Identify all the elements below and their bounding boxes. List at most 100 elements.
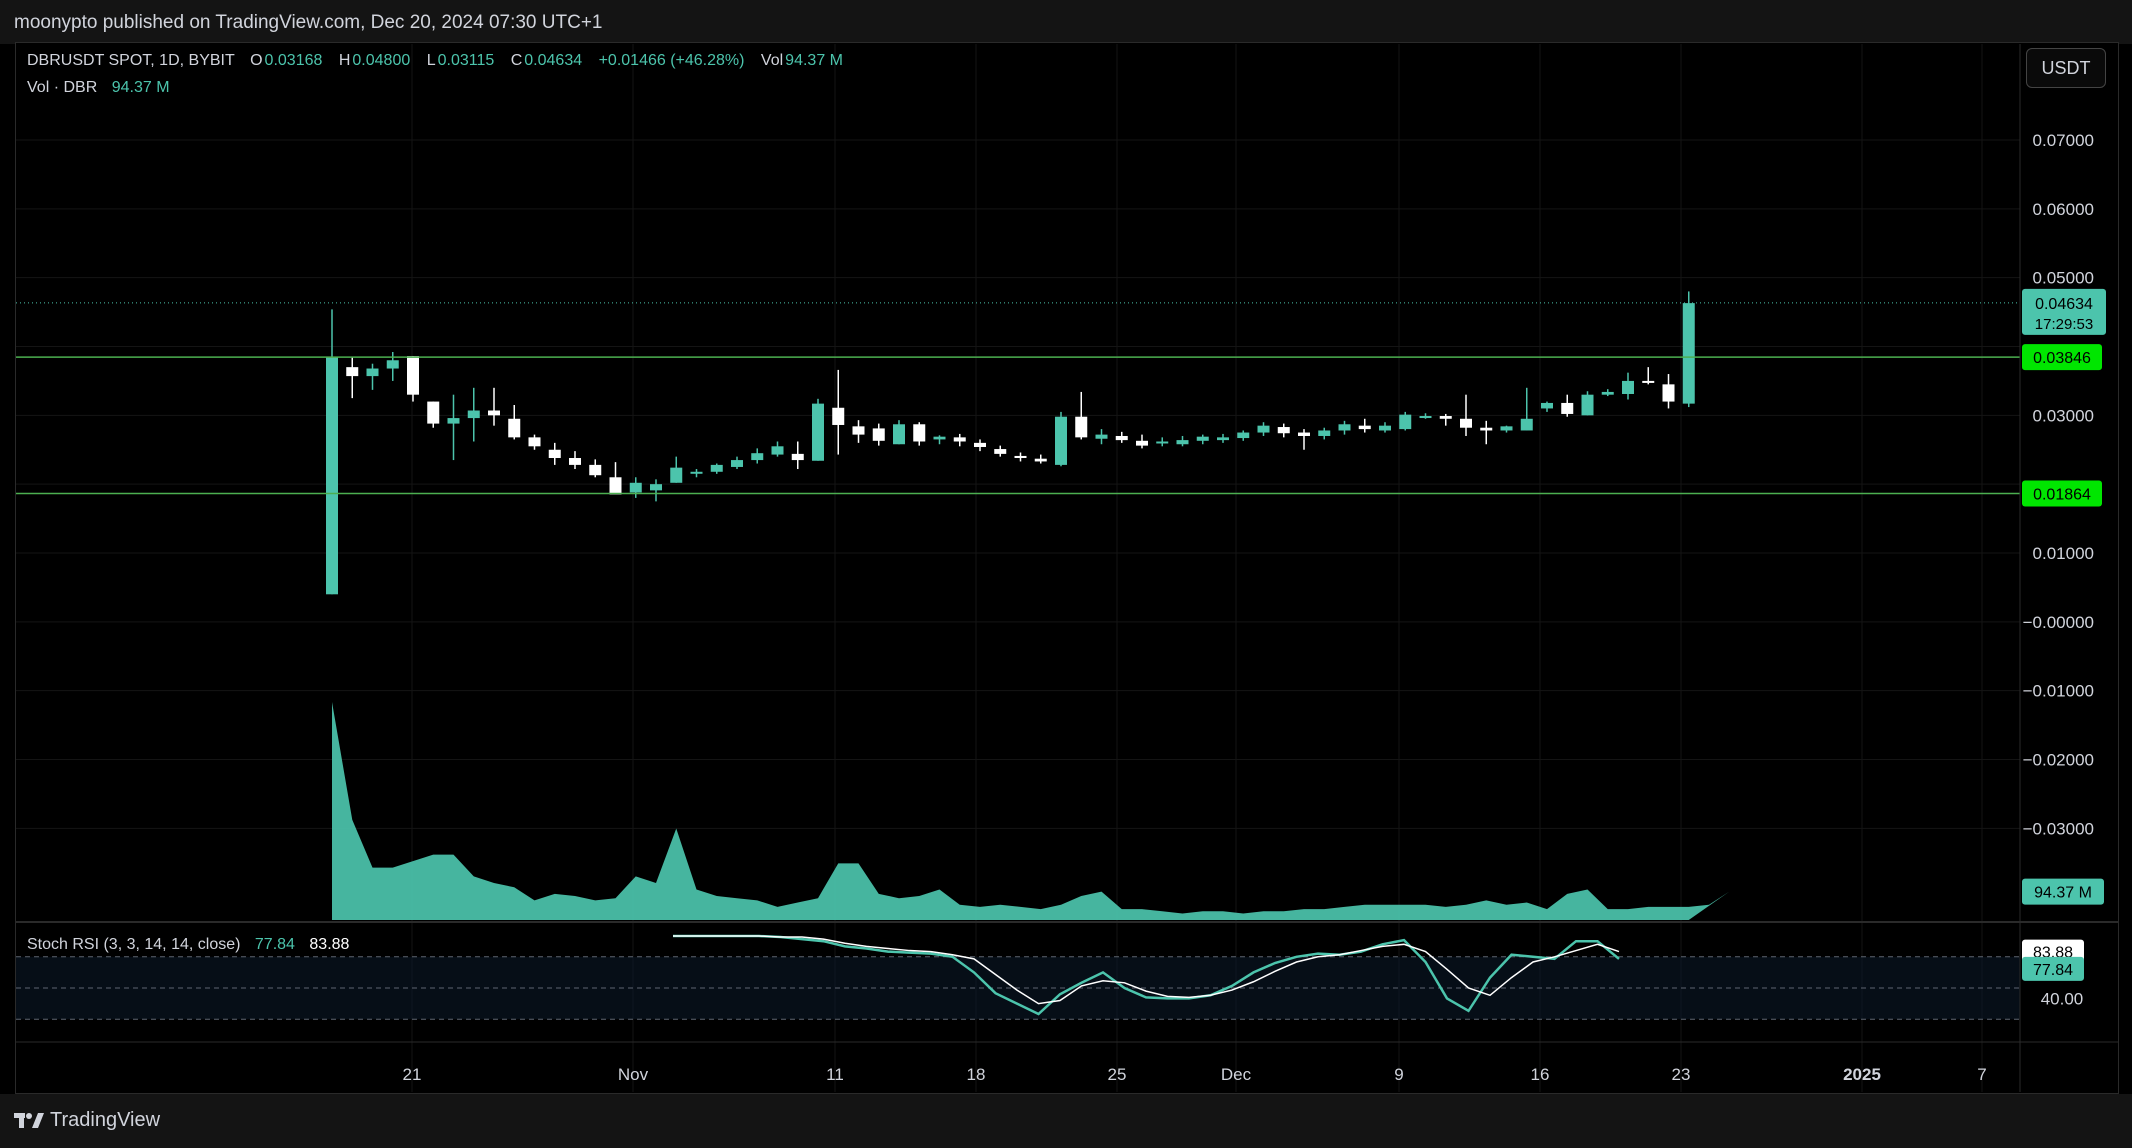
- candle-body: [589, 464, 602, 476]
- candle-body: [1298, 432, 1310, 436]
- candle-body: [326, 356, 338, 595]
- candle-body: [1176, 440, 1189, 445]
- candle-body: [1196, 436, 1209, 441]
- volume-tag-label: 94.37 M: [2034, 885, 2092, 902]
- last-price-label: 0.04634: [2035, 296, 2093, 313]
- candle-body: [710, 464, 723, 472]
- volume-series-value: 94.37 M: [111, 79, 170, 96]
- time-tick-label: Dec: [1221, 1065, 1252, 1084]
- low-value: 0.03115: [437, 52, 495, 69]
- price-tick-label: −0.02000: [2023, 751, 2094, 770]
- candle-body: [467, 410, 480, 419]
- level-price-label: 0.01864: [2033, 487, 2091, 504]
- candle-body: [731, 460, 743, 467]
- time-tick-label: 2025: [1843, 1065, 1881, 1084]
- vol-label: Vol: [760, 52, 784, 69]
- low-label: L: [426, 52, 436, 69]
- candle-body: [1217, 437, 1229, 441]
- high-value: 0.04800: [352, 52, 411, 69]
- candle-body: [1460, 418, 1472, 428]
- time-tick-label: 11: [826, 1065, 844, 1084]
- candle-body: [1075, 416, 1088, 438]
- price-tick-label: −0.01000: [2023, 682, 2094, 701]
- level-price-label: 0.03846: [2033, 350, 2091, 367]
- candle-body: [953, 437, 966, 442]
- candle-body: [488, 410, 500, 416]
- candle-body: [1642, 380, 1655, 383]
- countdown-label: 17:29:53: [2035, 316, 2093, 333]
- candle-body: [407, 356, 419, 395]
- volume-area: [332, 702, 1730, 920]
- time-tick-label: Nov: [618, 1065, 649, 1084]
- price-tick-label: −0.00000: [2023, 613, 2094, 632]
- candle-body: [1379, 425, 1391, 431]
- candle-body: [528, 437, 541, 447]
- tradingview-logo-icon: [14, 1112, 44, 1128]
- symbol-legend: DBRUSDT SPOT, 1D, BYBIT O 0.03168 H 0.0480…: [27, 52, 855, 70]
- candle-body: [1055, 416, 1067, 465]
- footer-bar: [0, 1094, 2132, 1148]
- stoch-legend: Stoch RSI (3, 3, 14, 14, close) 77.84 83…: [27, 936, 349, 954]
- price-chart[interactable]: 0.07000 0.06000 0.05000 0.03000 0.01000 −0.00…: [0, 0, 2132, 1148]
- candle-body: [1095, 434, 1108, 439]
- candle-body: [1338, 424, 1351, 431]
- candle-body: [1277, 427, 1290, 434]
- time-tick-label: 21: [403, 1065, 422, 1084]
- candle-body: [1419, 416, 1432, 419]
- candle-body: [1581, 394, 1594, 416]
- candle-body: [629, 482, 642, 493]
- price-tick-label: 0.05000: [2033, 269, 2094, 288]
- candle-body: [1561, 402, 1574, 414]
- change-value: +0.01466 (+46.28%): [598, 52, 745, 69]
- close-label: C: [510, 52, 523, 69]
- candle-body: [650, 484, 662, 491]
- candle-body: [771, 446, 784, 455]
- candle-body: [1257, 425, 1270, 433]
- candle-body: [690, 471, 703, 474]
- currency-button[interactable]: USDT: [2026, 48, 2106, 88]
- candle-body: [1520, 418, 1533, 431]
- candle-body: [386, 360, 399, 369]
- price-tick-label: 0.06000: [2033, 200, 2094, 219]
- candle-body: [1136, 440, 1148, 446]
- candle-body: [974, 442, 986, 447]
- candle-body: [1601, 391, 1614, 395]
- candle-body: [447, 418, 460, 424]
- volume-legend: Vol · DBR 94.37 M: [27, 79, 170, 97]
- candle-body: [751, 453, 764, 461]
- candle-body: [427, 401, 440, 424]
- candle-body: [548, 449, 561, 459]
- candle-body: [872, 428, 885, 441]
- candle-body: [832, 407, 845, 425]
- price-tick-label: −0.03000: [2023, 819, 2094, 838]
- candle-body: [1500, 426, 1513, 431]
- candle-body: [1682, 303, 1695, 404]
- close-value: 0.04634: [524, 52, 583, 69]
- time-tick-label: 23: [1672, 1065, 1691, 1084]
- candle-body: [508, 418, 521, 438]
- stoch-tick-label: 40.00: [2041, 989, 2084, 1008]
- time-tick-label: 16: [1531, 1065, 1550, 1084]
- candle-body: [1480, 427, 1493, 431]
- candle-body: [670, 467, 683, 483]
- candle-body: [933, 436, 946, 440]
- brand-name: TradingView: [50, 1109, 161, 1131]
- candle-body: [609, 477, 622, 495]
- open-label: O: [250, 52, 263, 69]
- tradingview-brand[interactable]: TradingView: [14, 1109, 160, 1132]
- candle-body: [1034, 458, 1047, 462]
- time-tick-label: 9: [1394, 1065, 1403, 1084]
- candle-body: [1541, 402, 1553, 409]
- candle-body: [791, 453, 804, 461]
- candle-body: [1318, 430, 1331, 436]
- candle-body: [812, 403, 824, 461]
- stoch-label: Stoch RSI (3, 3, 14, 14, close): [27, 936, 241, 953]
- symbol-title: DBRUSDT SPOT, 1D, BYBIT: [27, 52, 235, 69]
- candle-body: [1662, 384, 1675, 402]
- high-label: H: [338, 52, 351, 69]
- open-value: 0.03168: [264, 52, 323, 69]
- price-tick-label: 0.01000: [2033, 544, 2094, 563]
- candle-body: [913, 424, 926, 442]
- candle-body: [1622, 380, 1634, 394]
- candle-body: [346, 367, 359, 377]
